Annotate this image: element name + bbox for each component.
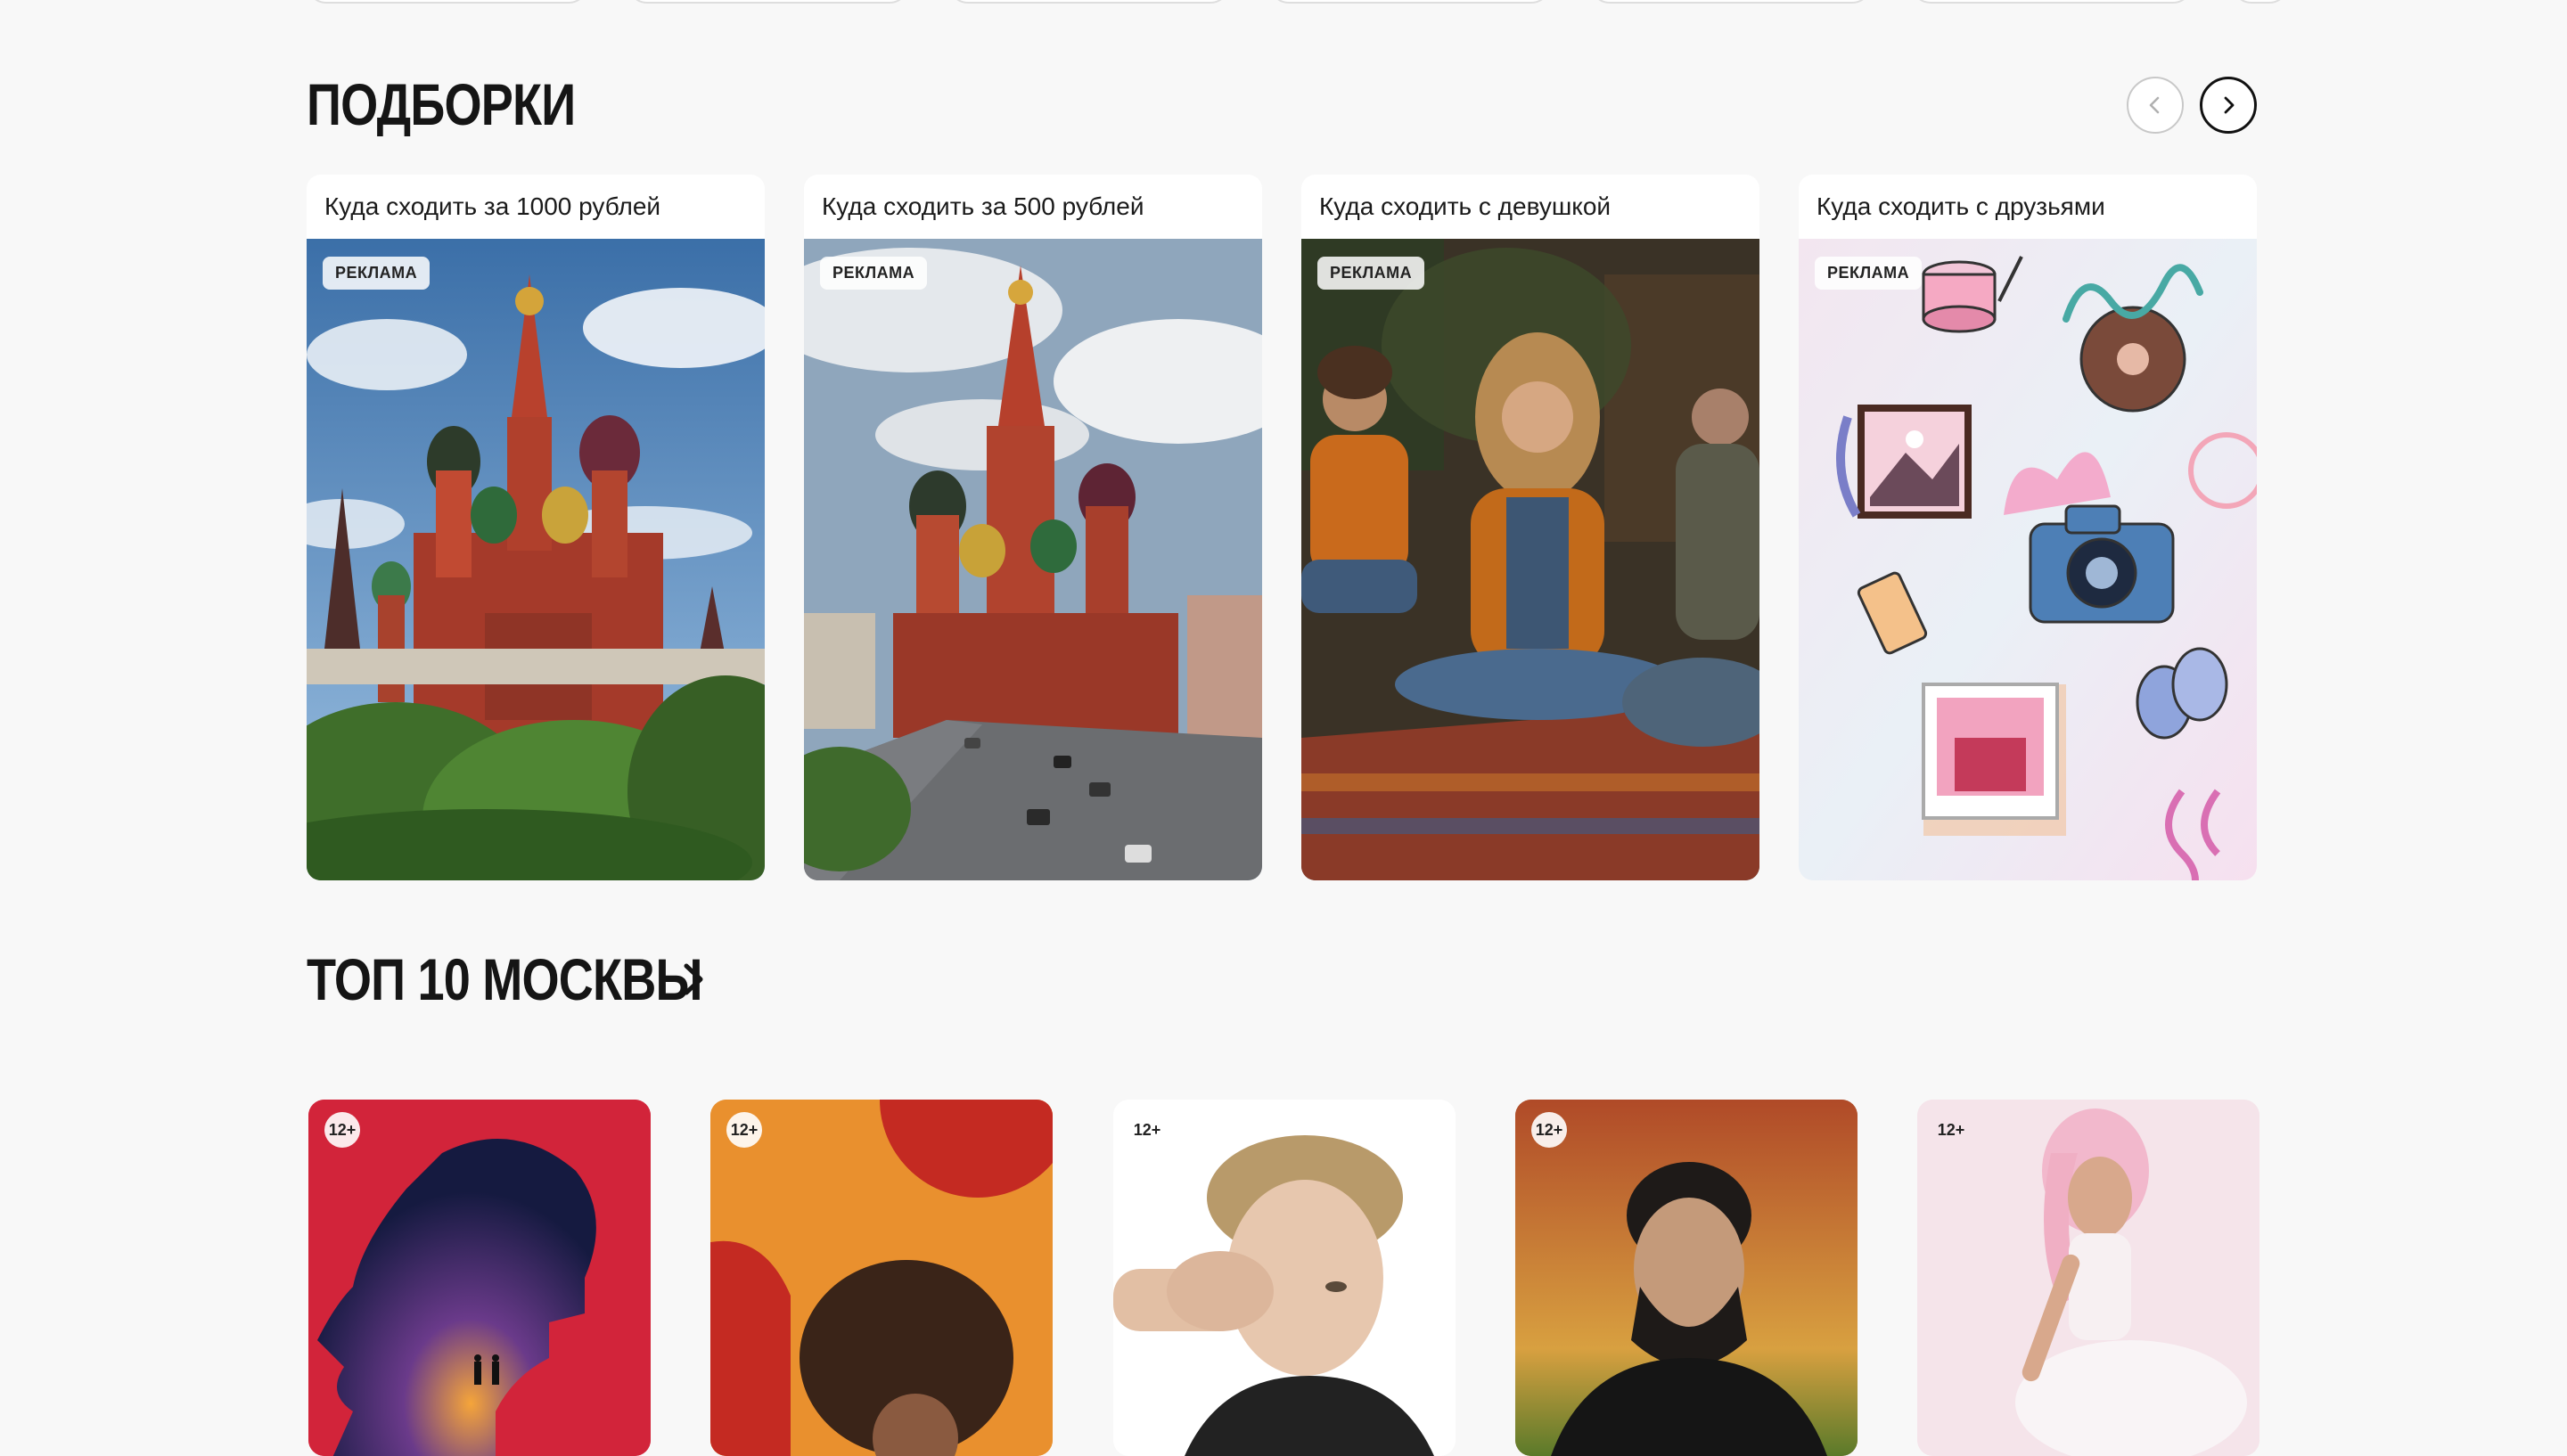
collection-card[interactable]: Куда сходить за 500 рублей РЕКЛАМА <box>804 175 1262 880</box>
age-rating-badge: 12+ <box>726 1112 762 1148</box>
age-rating-badge: 12+ <box>1937 1120 1965 1139</box>
filter-tag[interactable] <box>1590 0 1872 4</box>
collections-heading: ПОДБОРКИ <box>307 71 576 137</box>
collection-card-title: Куда сходить за 500 рублей <box>804 175 1262 239</box>
ad-badge: РЕКЛАМА <box>1815 257 1923 290</box>
filter-tag[interactable] <box>307 0 588 4</box>
ad-badge: РЕКЛАМА <box>323 257 431 290</box>
carousel-next-button[interactable] <box>2200 77 2257 134</box>
chevron-right-icon[interactable] <box>677 959 708 1000</box>
filter-tag[interactable] <box>2232 0 2289 4</box>
collection-card-title: Куда сходить за 1000 рублей <box>307 175 765 239</box>
filter-tag[interactable] <box>1911 0 2193 4</box>
event-card[interactable]: 12+ <box>1113 1100 1456 1456</box>
age-rating-badge: 12+ <box>324 1112 360 1148</box>
filter-tag[interactable] <box>627 0 909 4</box>
top-heading-link[interactable]: ТОП 10 МОСКВЫ <box>307 948 789 1010</box>
age-rating-badge: 12+ <box>1133 1120 1161 1139</box>
event-card[interactable]: 12+ <box>308 1100 651 1456</box>
collection-card[interactable]: Куда сходить с друзьями РЕКЛАМА <box>1799 175 2257 880</box>
collection-card-image: РЕКЛАМА <box>1301 239 1759 880</box>
age-rating-badge: 12+ <box>1531 1112 1567 1148</box>
event-card[interactable]: 12+ <box>1917 1100 2259 1456</box>
filter-tag[interactable] <box>948 0 1230 4</box>
top-heading: ТОП 10 МОСКВЫ <box>307 946 703 1012</box>
collection-card-image: РЕКЛАМА <box>1799 239 2257 880</box>
chevron-right-icon <box>2218 95 2238 115</box>
ad-badge: РЕКЛАМА <box>1317 257 1425 290</box>
collection-card[interactable]: Куда сходить с девушкой РЕКЛАМА <box>1301 175 1759 880</box>
collection-card-title: Куда сходить с друзьями <box>1799 175 2257 239</box>
collection-card-image: РЕКЛАМА <box>307 239 765 880</box>
collection-card-image: РЕКЛАМА <box>804 239 1262 880</box>
filter-tag[interactable] <box>1269 0 1551 4</box>
collection-card-title: Куда сходить с девушкой <box>1301 175 1759 239</box>
ad-badge: РЕКЛАМА <box>820 257 928 290</box>
event-card[interactable]: 12+ <box>1515 1100 1858 1456</box>
filter-tags-row <box>307 0 2289 4</box>
chevron-left-icon <box>2145 95 2165 115</box>
carousel-prev-button[interactable] <box>2127 77 2184 134</box>
collection-card[interactable]: Куда сходить за 1000 рублей РЕКЛАМА <box>307 175 765 880</box>
event-card[interactable]: 12+ <box>710 1100 1053 1456</box>
